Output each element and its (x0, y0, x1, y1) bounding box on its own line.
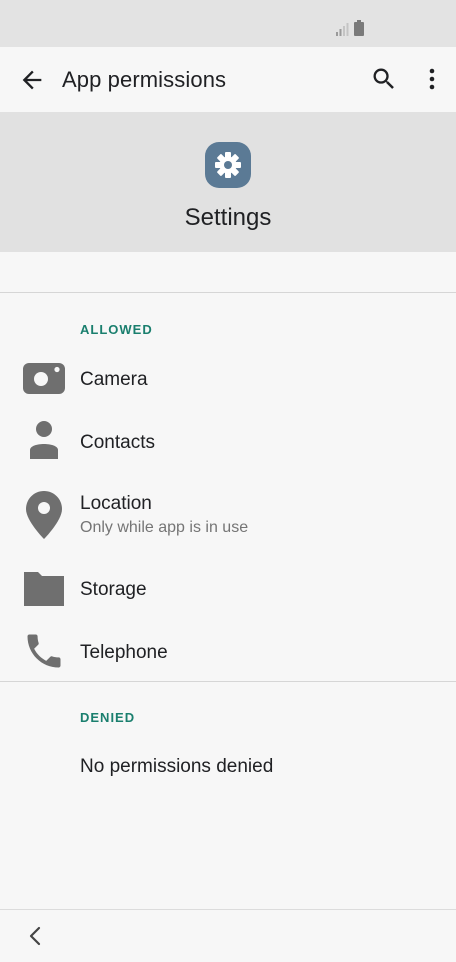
permission-camera[interactable]: Camera (0, 347, 456, 409)
permission-telephone[interactable]: Telephone (0, 620, 456, 682)
search-icon[interactable] (370, 65, 398, 93)
arrow-back-icon[interactable] (18, 66, 46, 94)
permission-label: Telephone (80, 642, 168, 663)
status-bar (0, 0, 456, 47)
app-bar: App permissions (0, 47, 456, 112)
permission-location[interactable]: Location Only while app is in use (0, 480, 456, 550)
denied-section-label: DENIED (80, 710, 136, 725)
permission-label: Camera (80, 369, 148, 390)
signal-icon (336, 23, 349, 36)
app-header: Settings (0, 112, 456, 252)
permission-label: Location (80, 493, 152, 514)
more-vert-icon[interactable] (420, 65, 444, 93)
app-name: Settings (184, 204, 272, 231)
divider (0, 292, 456, 293)
permission-subtitle: Only while app is in use (80, 519, 249, 536)
permission-contacts[interactable]: Contacts (0, 410, 456, 472)
page-title: App permissions (62, 67, 227, 92)
battery-icon (354, 20, 364, 36)
person-icon (30, 421, 58, 459)
navigation-bar (0, 909, 456, 962)
folder-icon (24, 572, 64, 606)
app-icon (205, 142, 251, 188)
divider (0, 681, 456, 682)
location-pin-icon (26, 491, 62, 539)
permission-label: Storage (80, 579, 147, 600)
permission-storage[interactable]: Storage (0, 557, 456, 619)
settings-gear-icon (215, 152, 241, 178)
no-permissions-denied-text: No permissions denied (80, 756, 274, 777)
nav-back-icon[interactable] (24, 924, 48, 948)
camera-icon (23, 363, 65, 394)
phone-icon (27, 634, 61, 668)
permission-label: Contacts (80, 432, 155, 453)
allowed-section-label: ALLOWED (80, 322, 153, 337)
